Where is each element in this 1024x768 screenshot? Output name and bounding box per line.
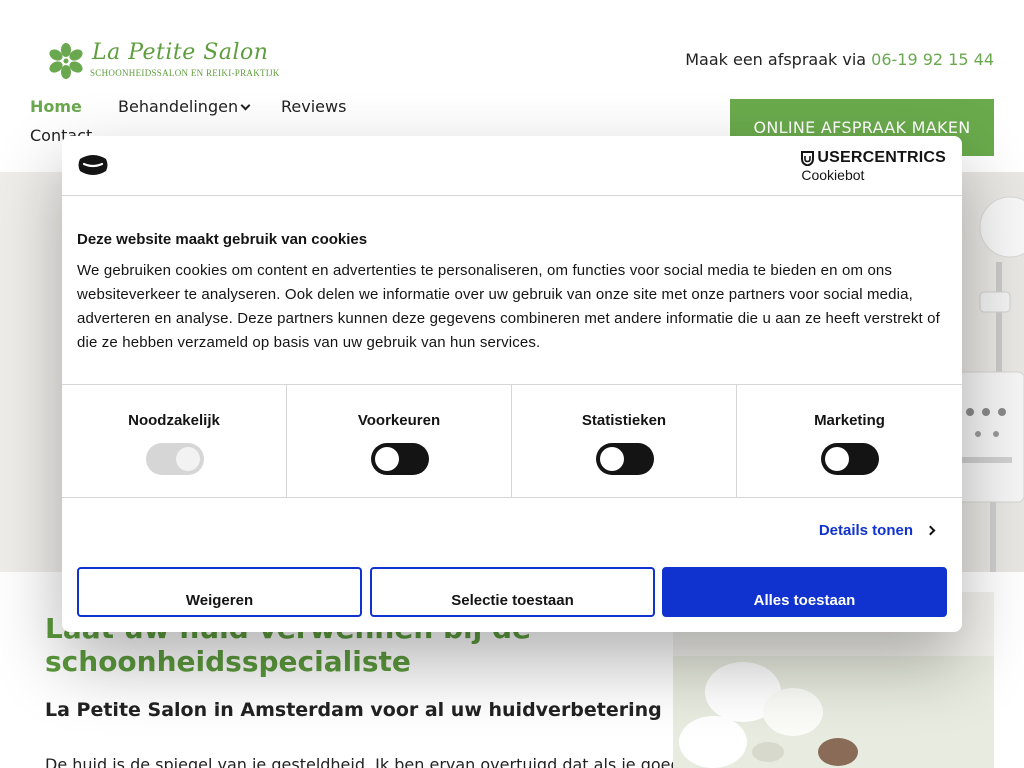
toggle-knob: [825, 447, 849, 471]
dialog-description: We gebruiken cookies om content en adver…: [77, 262, 940, 351]
dialog-title: Deze website maakt gebruik van cookies: [77, 231, 368, 248]
usercentrics-label: USERCENTRICS: [817, 149, 946, 166]
toggle-knob: [375, 447, 399, 471]
show-details-label: Details tonen: [818, 522, 913, 539]
cookiebot-label: Cookiebot: [801, 167, 865, 183]
dialog-header: USERCENTRICS Cookiebot: [62, 136, 962, 196]
category-label: Marketing: [814, 412, 885, 429]
deny-button[interactable]: Weigeren: [77, 567, 362, 617]
cookie-consent-dialog: USERCENTRICS Cookiebot Deze website maak…: [62, 136, 962, 632]
consent-categories: Noodzakelijk Voorkeuren Statistieken Mar…: [62, 384, 962, 498]
toggle-noodzakelijk: [146, 443, 204, 475]
category-label: Statistieken: [581, 412, 667, 429]
allow-all-button[interactable]: Alles toestaan: [662, 567, 947, 617]
category-marketing: Marketing: [737, 385, 962, 497]
toggle-marketing[interactable]: [821, 443, 879, 475]
toggle-knob: [600, 447, 624, 471]
shield-icon: [801, 150, 815, 166]
allow-selection-button[interactable]: Selectie toestaan: [370, 567, 655, 617]
cookiebot-logo-icon: [78, 155, 108, 175]
chevron-right-icon: [925, 525, 936, 536]
category-voorkeuren: Voorkeuren: [287, 385, 512, 497]
toggle-voorkeuren[interactable]: [371, 443, 429, 475]
category-label: Noodzakelijk: [128, 412, 220, 429]
toggle-statistieken[interactable]: [596, 443, 654, 475]
show-details-link[interactable]: Details tonen: [818, 522, 936, 539]
category-noodzakelijk: Noodzakelijk: [62, 385, 287, 497]
category-label: Voorkeuren: [357, 412, 441, 429]
category-statistieken: Statistieken: [512, 385, 737, 497]
usercentrics-brand[interactable]: USERCENTRICS Cookiebot: [801, 149, 946, 183]
toggle-knob: [176, 447, 200, 471]
